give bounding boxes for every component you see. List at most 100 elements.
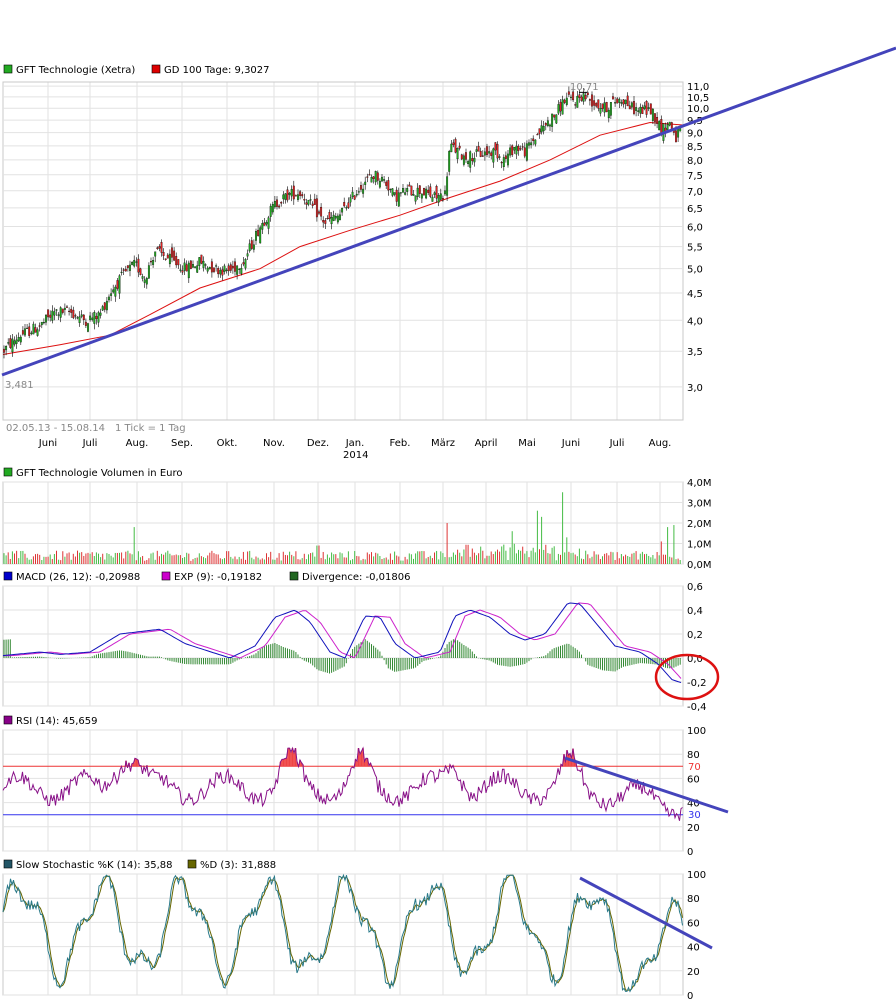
candle-up [473,157,476,163]
candle-up [637,110,640,112]
candle-down [486,146,488,156]
candle-down [376,172,379,181]
candle-up [364,181,367,185]
candle-up [133,259,136,267]
candle-down [47,309,50,318]
candle-up [11,338,14,353]
candle-down [521,146,524,148]
candle-down [395,189,398,202]
candle-up [603,102,606,113]
candle-down [418,185,421,194]
month-label: Dez. [307,438,329,449]
candle-up [412,194,415,196]
candle-down [124,268,127,272]
candle-down [343,201,346,207]
candle-up [668,121,671,126]
candle-up [525,143,528,161]
legend-swatch-exp [161,571,171,581]
candle-down [538,128,541,135]
candle-down [21,330,24,335]
macd-line [2,602,682,683]
candle-up [404,192,407,195]
candle-up [513,147,516,151]
candle-down [9,338,12,348]
month-label: Okt. [217,438,238,449]
candle-down [34,327,37,333]
candle-down [523,147,526,157]
candle-down [452,142,455,145]
candle-up [456,148,459,160]
price-ytick: 8,5 [687,142,703,153]
price-ytick: 5,5 [687,243,703,254]
candle-up [202,260,205,268]
candle-up [93,312,96,324]
candle-up [36,329,39,336]
candle-up [24,328,26,336]
candle-up [557,104,560,114]
candle-down [315,198,318,218]
candle-up [32,323,35,335]
candle-up [378,180,381,188]
price-ytick: 7,0 [687,187,703,198]
candle-up [402,188,404,193]
candle-down [322,220,325,223]
candle-up [261,223,264,230]
price-legend: GFT Technologie (Xetra) GD 100 Tage: 9,3… [3,64,270,76]
candle-up [607,109,610,119]
candle-down [280,202,283,204]
candle-up [483,151,486,156]
price-ytick: 6,0 [687,222,703,233]
candle-down [66,306,68,308]
candle-up [244,259,247,269]
candle-up [152,260,155,265]
candle-down [3,348,5,353]
macd-ytick: -0,2 [687,678,707,689]
candle-down [294,195,297,197]
price-ytick: 10,5 [687,93,709,104]
candle-up [534,139,537,145]
candle-down [675,130,677,143]
candle-up [120,271,123,273]
candle-down [139,268,142,276]
candle-up [13,340,16,345]
candle-up [614,102,617,104]
candle-up [381,176,383,182]
candle-up [168,253,171,265]
candle-up [509,147,512,156]
candle-down [360,185,362,190]
candle-up [437,195,440,203]
candle-up [502,157,505,168]
candle-down [122,269,125,271]
candle-up [5,346,8,351]
candle-up [80,314,83,317]
legend-macd: MACD (26, 12): -0,20988 [16,572,140,583]
candle-down [318,211,320,214]
year-label: 2014 [343,450,368,461]
candle-up [582,93,585,102]
candle-down [544,123,547,126]
legend-swatch-volume [3,467,13,477]
candle-up [420,193,423,199]
month-label: Nov. [263,438,285,449]
candle-down [368,174,371,176]
candle-down [95,315,98,320]
candle-down [597,99,600,109]
macd-ytick: 0,2 [687,630,703,641]
candle-up [467,161,470,165]
month-label: Sep. [171,438,193,449]
candle-down [626,95,629,107]
volume-legend: GFT Technologie Volumen in Euro [3,467,183,479]
candle-up [7,342,10,344]
candle-up [555,114,558,124]
candle-down [229,264,232,271]
price-ytick: 8,0 [687,156,703,167]
stoch-ytick: 40 [687,943,700,954]
candle-up [475,149,478,152]
stock-chart: 11,010,510,09,59,08,58,07,57,06,56,05,55… [1,46,896,1002]
candle-down [584,95,587,100]
candle-up [433,192,436,195]
candle-up [469,151,472,168]
candle-up [206,267,209,272]
candle-up [345,207,348,209]
candle-up [97,312,100,323]
